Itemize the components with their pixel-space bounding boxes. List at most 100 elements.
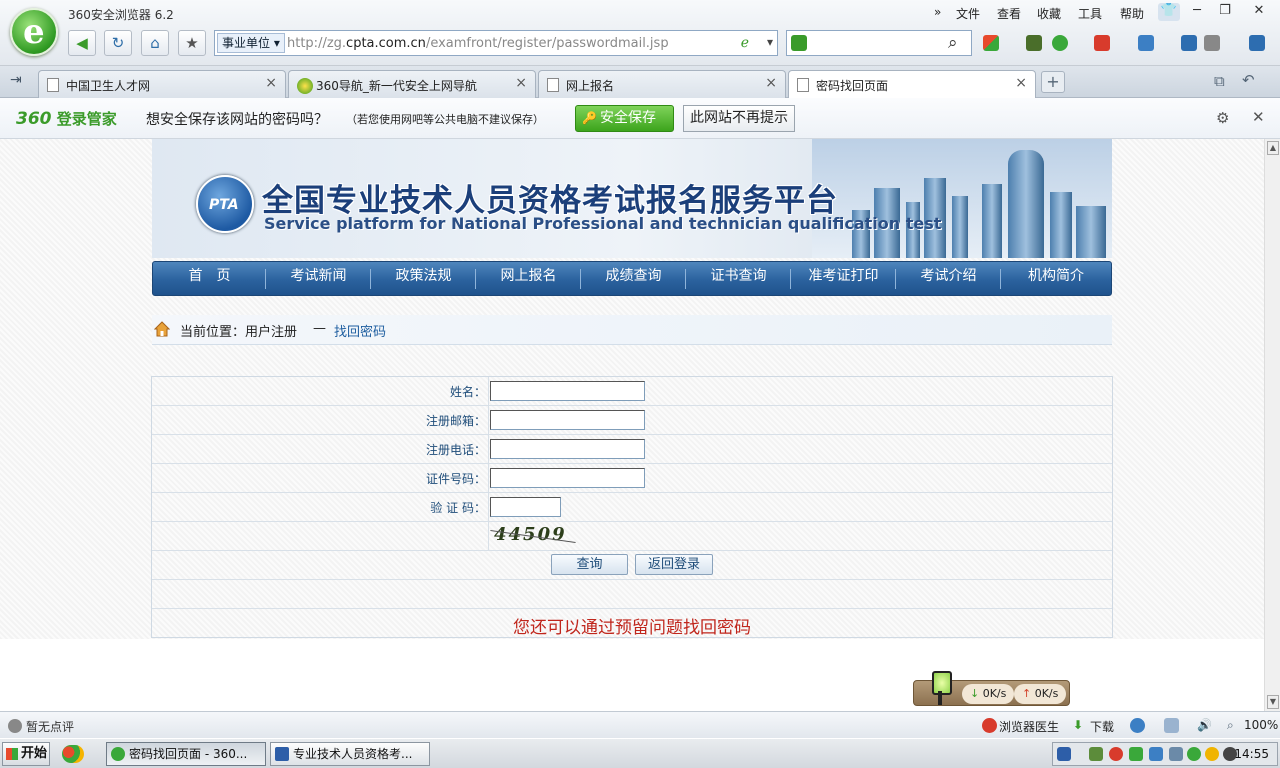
form-row-email: 注册邮箱：	[152, 406, 1112, 435]
tab-bar: ⇥ 中国卫生人才网 × 360导航_新一代安全上网导航 × 网上报名 × 密码找…	[0, 66, 1280, 99]
vertical-scrollbar[interactable]: ▲ ▼	[1264, 139, 1280, 711]
url-domain: cpta.com.cn	[346, 36, 426, 51]
start-button[interactable]: 开始	[2, 742, 50, 766]
search-engine-icon[interactable]	[791, 35, 807, 51]
ime-icon[interactable]	[1057, 747, 1071, 761]
menu-file[interactable]: 文件	[956, 5, 980, 22]
minimize-button[interactable]: ─	[1186, 3, 1208, 21]
phone-input[interactable]	[490, 439, 645, 459]
security-shield-icon[interactable]	[1052, 35, 1068, 51]
quicklaunch-360-icon[interactable]	[62, 745, 84, 763]
close-bar-icon[interactable]: ✕	[1252, 108, 1265, 126]
qq-icon[interactable]	[1109, 747, 1123, 761]
query-button[interactable]: 查询	[551, 554, 628, 575]
wrench-icon[interactable]	[1249, 35, 1265, 51]
nav-home[interactable]: 首 页	[153, 262, 266, 295]
apps-icon[interactable]	[983, 35, 999, 51]
360-tray-icon[interactable]	[1205, 747, 1219, 761]
menu-help[interactable]: 帮助	[1120, 5, 1144, 22]
menu-overflow-icon[interactable]: »	[934, 5, 941, 19]
up-arrow-icon: ↑	[1022, 687, 1032, 700]
tab-chinese-health-talent[interactable]: 中国卫生人才网 ×	[38, 70, 286, 98]
name-input[interactable]	[490, 381, 645, 401]
tray-app-icon[interactable]	[1129, 747, 1143, 761]
site-review-status[interactable]: 暂无点评	[26, 718, 74, 735]
breadcrumb-current[interactable]: 找回密码	[334, 321, 386, 340]
undo-close-icon[interactable]: ↶	[1242, 71, 1255, 89]
gamepad-icon[interactable]	[1204, 35, 1220, 51]
ie-icon[interactable]	[1130, 718, 1145, 733]
security-question-recovery-link[interactable]: 您还可以通过预留问题找回密码	[152, 613, 1112, 638]
zoom-level[interactable]: 100%	[1244, 718, 1278, 732]
tab-close-icon[interactable]: ×	[515, 75, 527, 91]
tab-360-navigation[interactable]: 360导航_新一代安全上网导航 ×	[288, 70, 536, 98]
refresh-button[interactable]: ↻	[104, 30, 132, 56]
zoom-icon[interactable]: ⌕	[1227, 718, 1234, 733]
mobile-icon[interactable]	[1181, 35, 1197, 51]
battery-icon[interactable]	[1089, 747, 1103, 761]
secure-save-button[interactable]: 安全保存	[575, 105, 674, 132]
banner-subtitle: Service platform for National Profession…	[264, 214, 942, 233]
menu-view[interactable]: 查看	[997, 5, 1021, 22]
nav-admission-ticket[interactable]: 准考证打印	[791, 262, 896, 295]
nav-score-query[interactable]: 成绩查询	[581, 262, 686, 295]
address-bar[interactable]: 事业单位 ▾ http://zg.cpta.com.cn/examfront/r…	[214, 30, 778, 56]
tab-password-recovery[interactable]: 密码找回页面 ×	[788, 70, 1036, 99]
nav-policies[interactable]: 政策法规	[371, 262, 476, 295]
360-guard-icon[interactable]	[1187, 747, 1201, 761]
translate-icon[interactable]	[1094, 35, 1110, 51]
id-number-input[interactable]	[490, 468, 645, 488]
network-icon[interactable]	[1149, 747, 1163, 761]
sidebar-toggle-icon[interactable]: ⇥	[10, 72, 22, 88]
settings-gear-icon[interactable]: ⚙	[1216, 109, 1229, 127]
captcha-image[interactable]: 44509	[494, 524, 567, 545]
home-button[interactable]: ⌂	[141, 30, 169, 56]
nav-organization[interactable]: 机构简介	[1001, 262, 1111, 295]
back-button[interactable]: ◀	[68, 30, 96, 56]
skin-icon[interactable]: 👕	[1158, 3, 1180, 21]
form-row-id-number: 证件号码：	[152, 464, 1112, 493]
taskbar-item-document[interactable]: 专业技术人员资格考...	[270, 742, 430, 766]
video-icon[interactable]	[1026, 35, 1042, 51]
favorite-star-button[interactable]: ★	[178, 30, 206, 56]
tab-close-icon[interactable]: ×	[1015, 75, 1027, 91]
nav-certificate-query[interactable]: 证书查询	[686, 262, 791, 295]
screenshot-icon[interactable]	[1138, 35, 1154, 51]
menu-tools[interactable]: 工具	[1078, 5, 1102, 22]
menu-favorites[interactable]: 收藏	[1037, 5, 1061, 22]
address-dropdown-icon[interactable]: ▾	[767, 35, 773, 49]
os-taskbar: 开始 密码找回页面 - 360... 专业技术人员资格考... 14:55	[0, 738, 1280, 768]
taskbar-item-browser[interactable]: 密码找回页面 - 360...	[106, 742, 266, 766]
captcha-input[interactable]	[490, 497, 561, 517]
download-button[interactable]: 下载	[1090, 718, 1114, 735]
close-window-button[interactable]: ✕	[1248, 3, 1270, 21]
tab-list-icon[interactable]: ⧉	[1214, 72, 1225, 90]
scroll-down-arrow-icon[interactable]: ▼	[1267, 695, 1279, 709]
form-row-recover-link: 您还可以通过预留问题找回密码	[152, 609, 1112, 638]
tab-online-registration[interactable]: 网上报名 ×	[538, 70, 786, 98]
new-tab-button[interactable]: +	[1041, 71, 1065, 93]
restore-button[interactable]: ❐	[1214, 3, 1236, 21]
search-icon[interactable]: ⌕	[948, 33, 958, 53]
network-speed-widget[interactable]: ↓ 0K/s ↑ 0K/s	[913, 671, 1070, 706]
compat-mode-icon[interactable]: ℯ	[741, 35, 749, 51]
back-to-login-button[interactable]: 返回登录	[635, 554, 713, 575]
usb-icon[interactable]	[1169, 747, 1183, 761]
page-icon	[47, 78, 59, 92]
nav-exam-news[interactable]: 考试新闻	[266, 262, 371, 295]
window-icon[interactable]	[1164, 718, 1179, 733]
tab-close-icon[interactable]: ×	[765, 75, 777, 91]
doctor-icon	[982, 718, 997, 733]
scroll-up-arrow-icon[interactable]: ▲	[1267, 141, 1279, 155]
nav-online-registration[interactable]: 网上报名	[476, 262, 581, 295]
tab-close-icon[interactable]: ×	[265, 75, 277, 91]
email-input[interactable]	[490, 410, 645, 430]
browser-doctor-button[interactable]: 浏览器医生	[999, 718, 1059, 735]
nav-exam-intro[interactable]: 考试介绍	[896, 262, 1001, 295]
address-url[interactable]: http://zg.cpta.com.cn/examfront/register…	[287, 36, 669, 51]
site-category-dropdown[interactable]: 事业单位 ▾	[217, 33, 285, 53]
search-input[interactable]	[786, 30, 972, 56]
volume-icon[interactable]: 🔊	[1197, 718, 1212, 732]
never-remind-button[interactable]: 此网站不再提示	[683, 105, 795, 132]
tab-label: 360导航_新一代安全上网导航	[316, 79, 477, 93]
